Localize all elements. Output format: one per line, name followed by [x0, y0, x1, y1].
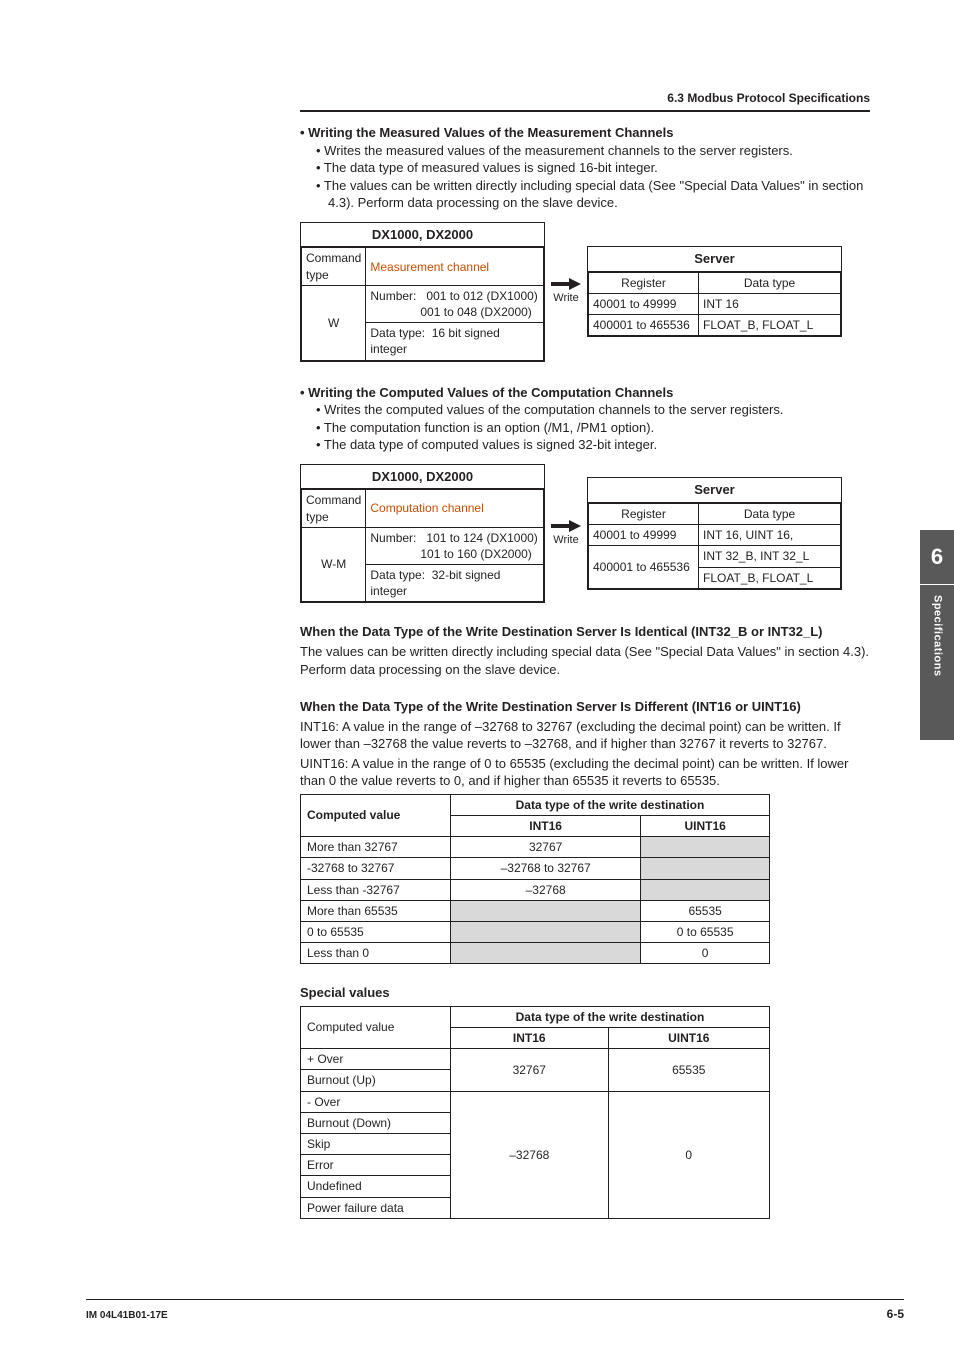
cell: Register — [589, 272, 699, 293]
cell: W — [302, 285, 366, 360]
box-title: DX1000, DX2000 — [301, 223, 544, 248]
paragraph: UINT16: A value in the range of 0 to 655… — [300, 755, 870, 790]
bullet: • The values can be written directly inc… — [328, 177, 870, 212]
th: Computed value — [301, 794, 451, 836]
table-special: Computed value Data type of the write de… — [300, 1006, 770, 1219]
cell-highlight: Computation channel — [366, 490, 544, 527]
footer-divider — [86, 1299, 904, 1300]
cell: Command type — [302, 248, 366, 285]
arrow-icon — [551, 277, 581, 291]
th: Data type of the write destination — [451, 1006, 770, 1027]
cell: 400001 to 465536 — [589, 546, 699, 588]
bullet: • The data type of computed values is si… — [328, 436, 870, 454]
table-row: -32768 to 32767–32768 to 32767 — [301, 858, 770, 879]
cell: Number: 001 to 012 (DX1000) 001 to 048 (… — [366, 285, 544, 322]
cell: Register — [589, 504, 699, 525]
cell: W-M — [302, 527, 366, 602]
cell: Command type — [302, 490, 366, 527]
chapter-label: Specifications — [930, 585, 945, 687]
table-computed: Computed value Data type of the write de… — [300, 794, 770, 965]
th: Computed value — [301, 1006, 451, 1048]
arrow: Write — [551, 277, 581, 306]
cell: Data type — [699, 272, 841, 293]
diagram-computed: DX1000, DX2000 Command type Computation … — [300, 464, 870, 604]
box-title: Server — [588, 247, 841, 272]
cell: FLOAT_B, FLOAT_L — [699, 315, 841, 336]
cell: INT 16 — [699, 293, 841, 314]
table-row: - Over –32768 0 — [301, 1091, 770, 1112]
side-tab: 6 Specifications — [920, 530, 954, 740]
paragraph: The values can be written directly inclu… — [300, 643, 870, 678]
footer-doc-id: IM 04L41B01-17E — [86, 1309, 168, 1323]
th: UINT16 — [641, 816, 770, 837]
paragraph: INT16: A value in the range of –32768 to… — [300, 718, 870, 753]
subtitle-different: When the Data Type of the Write Destinat… — [300, 698, 870, 716]
th: UINT16 — [608, 1028, 769, 1049]
cell: Data type: 32-bit signed integer — [366, 565, 544, 602]
table-row: + Over 32767 65535 — [301, 1049, 770, 1070]
heading-measured: • Writing the Measured Values of the Mea… — [300, 124, 870, 142]
cell: Number: 101 to 124 (DX1000) 101 to 160 (… — [366, 527, 544, 564]
th: INT16 — [451, 816, 641, 837]
th: Data type of the write destination — [451, 794, 770, 815]
footer-page: 6-5 — [887, 1306, 904, 1322]
cell: 40001 to 49999 — [589, 293, 699, 314]
diagram-measured: DX1000, DX2000 Command type Measurement … — [300, 222, 870, 362]
chapter-number: 6 — [920, 530, 954, 585]
table-row: More than 3276732767 — [301, 837, 770, 858]
arrow-icon — [551, 519, 581, 533]
cell: 40001 to 49999 — [589, 525, 699, 546]
bullet: • The data type of measured values is si… — [328, 159, 870, 177]
section-header: 6.3 Modbus Protocol Specifications — [300, 90, 870, 112]
bullet: • The computation function is an option … — [328, 419, 870, 437]
table-row: 0 to 655350 to 65535 — [301, 921, 770, 942]
table-row: More than 6553565535 — [301, 900, 770, 921]
table-row: Less than -32767–32768 — [301, 879, 770, 900]
bullet: • Writes the measured values of the meas… — [328, 142, 870, 160]
cell: Data type — [699, 504, 841, 525]
subtitle-special: Special values — [300, 984, 870, 1002]
table-row: Less than 00 — [301, 943, 770, 964]
cell: INT 32_B, INT 32_L — [699, 546, 841, 567]
cell-highlight: Measurement channel — [366, 248, 544, 285]
cell: Data type: 16 bit signed integer — [366, 323, 544, 360]
box-title: DX1000, DX2000 — [301, 465, 544, 490]
cell: 400001 to 465536 — [589, 315, 699, 336]
th: INT16 — [451, 1028, 609, 1049]
heading-computed: • Writing the Computed Values of the Com… — [300, 384, 870, 402]
subtitle-identical: When the Data Type of the Write Destinat… — [300, 623, 870, 641]
box-title: Server — [588, 478, 841, 503]
arrow: Write — [551, 519, 581, 548]
bullet: • Writes the computed values of the comp… — [328, 401, 870, 419]
cell: FLOAT_B, FLOAT_L — [699, 567, 841, 588]
cell: INT 16, UINT 16, — [699, 525, 841, 546]
